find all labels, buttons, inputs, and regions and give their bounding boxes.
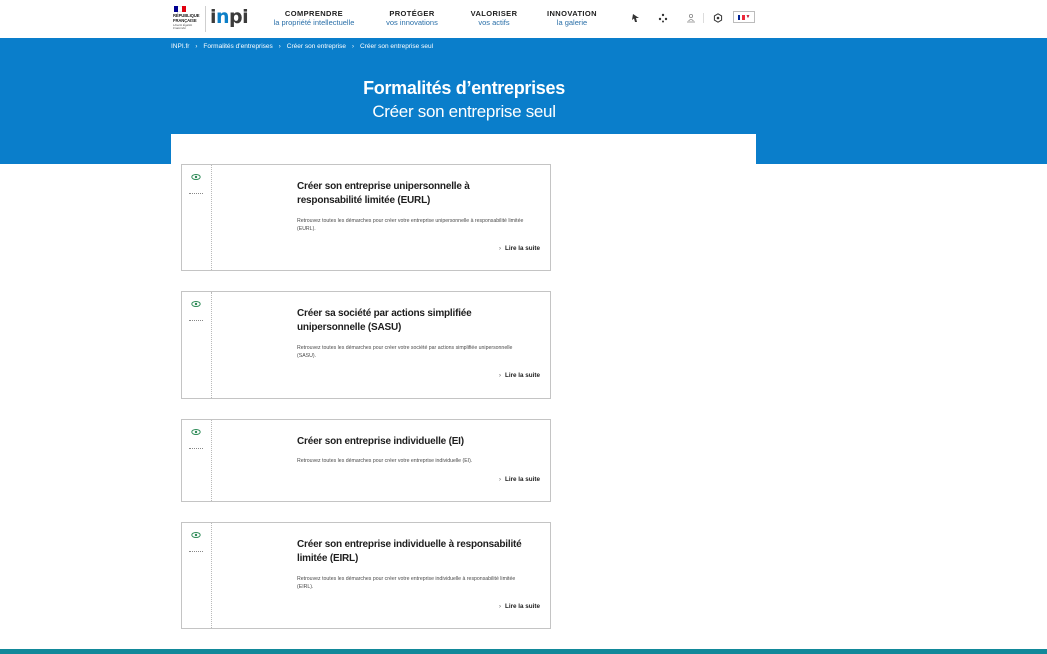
content-panel — [171, 134, 756, 164]
dotted-separator — [189, 320, 203, 321]
breadcrumb-item[interactable]: Créer son entreprise — [287, 43, 346, 50]
chevron-right-icon: › — [499, 372, 501, 379]
card-gutter — [182, 523, 212, 628]
nav-comprendre[interactable]: COMPRENDRE la propriété intellectuelle — [262, 9, 366, 28]
read-more-label: Lire la suite — [505, 603, 540, 610]
card-eurl[interactable]: Créer son entreprise unipersonnelle à re… — [181, 164, 551, 271]
site-header: RÉPUBLIQUE FRANÇAISE Liberté Égalité Fra… — [0, 0, 1047, 38]
chevron-right-icon: › — [195, 43, 198, 50]
french-flag-icon — [737, 14, 745, 20]
read-more-link[interactable]: › Lire la suite — [499, 476, 540, 483]
dotted-separator — [189, 551, 203, 552]
nav-subtitle: vos innovations — [386, 18, 438, 27]
nav-subtitle: la propriété intellectuelle — [273, 18, 355, 27]
card-title[interactable]: Créer son entreprise individuelle à resp… — [297, 538, 522, 566]
chevron-down-icon: ▼ — [745, 13, 751, 20]
nav-title: PROTÉGER — [389, 9, 435, 18]
nav-subtitle: la galerie — [556, 18, 588, 27]
card-description: Retrouvez toutes les démarches pour crée… — [297, 458, 473, 464]
card-gutter — [182, 165, 212, 270]
breadcrumb: INPI.fr › Formalités d’entreprises › Cré… — [171, 43, 433, 50]
inpi-logo[interactable]: inpi — [210, 6, 249, 28]
eye-icon — [191, 301, 201, 307]
card-description: Retrouvez toutes les démarches pour crée… — [297, 345, 513, 359]
nav-title: INNOVATION — [547, 9, 597, 18]
footer-stripe — [0, 649, 1047, 654]
read-more-link[interactable]: › Lire la suite — [499, 372, 540, 379]
chevron-right-icon: › — [499, 476, 501, 483]
read-more-label: Lire la suite — [505, 245, 540, 252]
read-more-link[interactable]: › Lire la suite — [499, 603, 540, 610]
chevron-right-icon: › — [352, 43, 355, 50]
breadcrumb-current: Créer son entreprise seul — [360, 43, 434, 50]
card-title[interactable]: Créer sa société par actions simplifiée … — [297, 307, 522, 335]
read-more-label: Lire la suite — [505, 372, 540, 379]
chevron-right-icon: › — [499, 603, 501, 610]
card-gutter — [182, 420, 212, 501]
dotted-separator — [189, 448, 203, 449]
card-description: Retrouvez toutes les démarches pour crée… — [297, 576, 516, 590]
nav-innovation[interactable]: INNOVATION la galerie — [540, 9, 604, 28]
breadcrumb-item[interactable]: INPI.fr — [171, 43, 189, 50]
chevron-right-icon: › — [499, 245, 501, 252]
eye-icon — [191, 174, 201, 180]
login-icon[interactable] — [685, 12, 697, 24]
breadcrumb-bar: INPI.fr › Formalités d’entreprises › Cré… — [0, 38, 1047, 59]
header-divider — [703, 13, 704, 23]
card-title[interactable]: Créer son entreprise unipersonnelle à re… — [297, 180, 522, 208]
nav-proteger[interactable]: PROTÉGER vos innovations — [376, 9, 448, 28]
nav-subtitle: vos actifs — [478, 18, 510, 27]
card-gutter — [182, 292, 212, 398]
nav-title: VALORISER — [470, 9, 518, 18]
card-title[interactable]: Créer son entreprise individuelle (EI) — [297, 435, 522, 449]
nav-valoriser[interactable]: VALORISER vos actifs — [462, 9, 526, 28]
cookie-icon[interactable] — [712, 12, 724, 24]
logo-divider — [205, 6, 206, 32]
card-sasu[interactable]: Créer sa société par actions simplifiée … — [181, 291, 551, 399]
card-ei[interactable]: Créer son entreprise individuelle (EI) R… — [181, 419, 551, 502]
accessibility-icon[interactable] — [630, 12, 642, 24]
breadcrumb-item[interactable]: Formalités d’entreprises — [203, 43, 272, 50]
eye-icon — [191, 429, 201, 435]
marianne-flag — [174, 6, 186, 12]
eye-icon — [191, 532, 201, 538]
page-title: Formalités d’entreprises — [363, 78, 565, 98]
chevron-right-icon: › — [278, 43, 281, 50]
nav-title: COMPRENDRE — [284, 9, 344, 18]
card-eirl[interactable]: Créer son entreprise individuelle à resp… — [181, 522, 551, 629]
read-more-link[interactable]: › Lire la suite — [499, 245, 540, 252]
network-icon[interactable] — [657, 12, 669, 24]
read-more-label: Lire la suite — [505, 476, 540, 483]
republic-text: RÉPUBLIQUE FRANÇAISE — [173, 13, 200, 23]
page-subtitle: Créer son entreprise seul — [372, 102, 556, 121]
republic-motto: Liberté Égalité Fraternité — [173, 23, 193, 31]
marianne-logo[interactable]: RÉPUBLIQUE FRANÇAISE Liberté Égalité Fra… — [173, 6, 203, 34]
language-selector[interactable]: ▼ — [733, 11, 755, 23]
dotted-separator — [189, 193, 203, 194]
card-description: Retrouvez toutes les démarches pour crée… — [297, 218, 524, 232]
